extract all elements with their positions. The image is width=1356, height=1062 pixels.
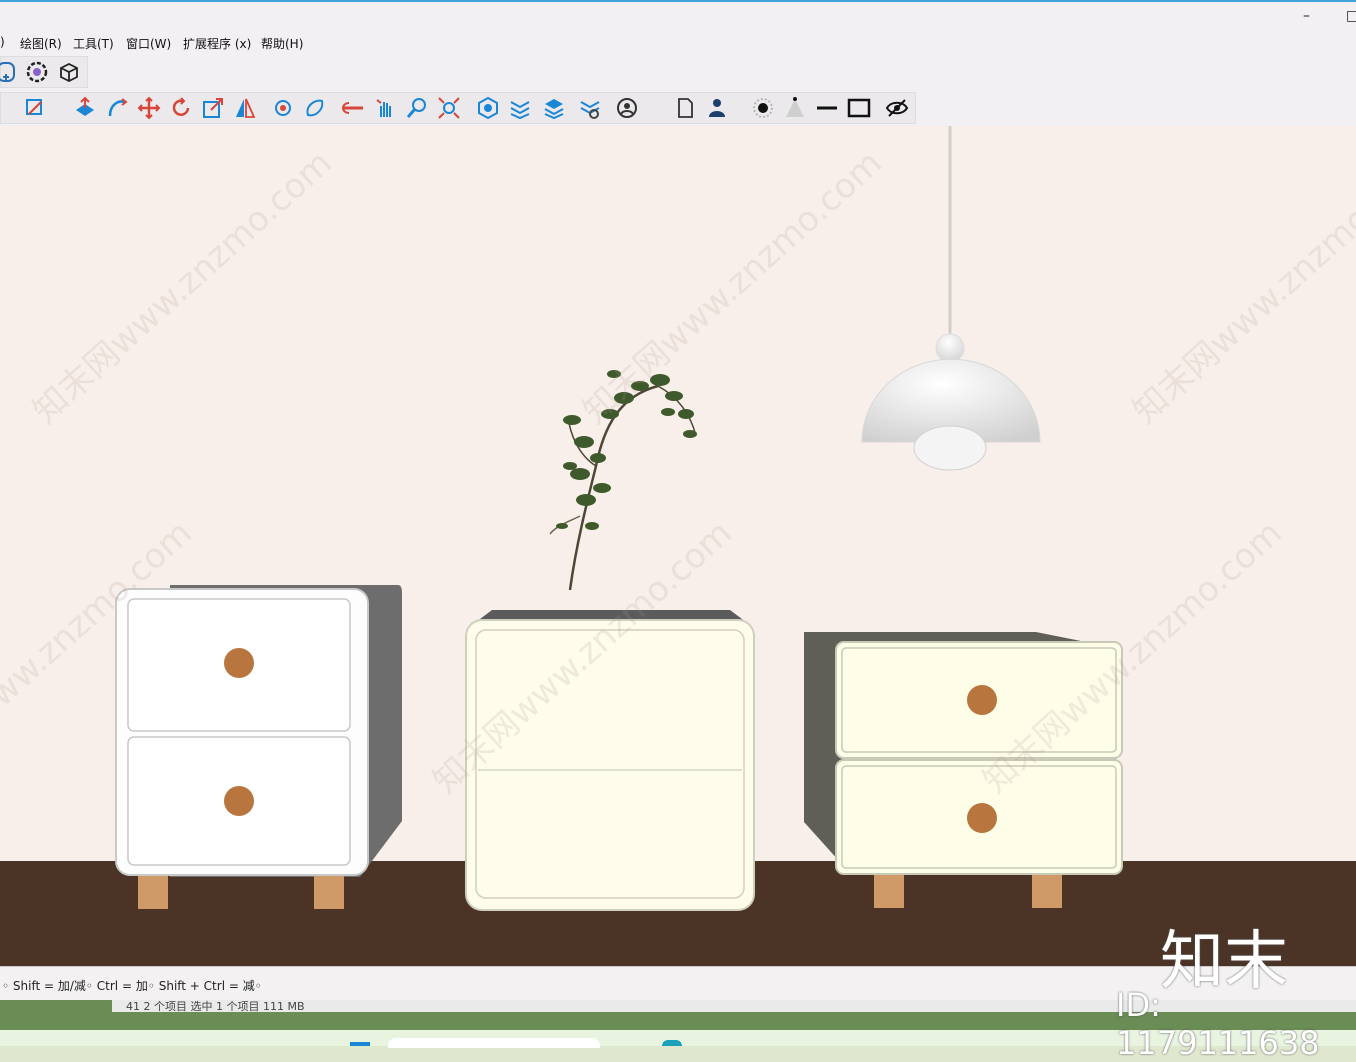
orbit-icon[interactable] (271, 96, 295, 120)
brand-id: ID: 1179111638 (1116, 986, 1320, 1062)
menu-item-draw[interactable]: 绘图(R) (20, 35, 62, 52)
start-icon[interactable] (350, 1042, 370, 1046)
push-pull-icon[interactable] (73, 96, 97, 120)
title-bar: – □ (0, 0, 1356, 32)
toolbar-group-1 (0, 56, 88, 88)
line-icon[interactable] (815, 96, 839, 120)
app-icon[interactable] (662, 1040, 682, 1046)
watermark-text: 知末网www.znzmo.com (25, 142, 340, 432)
pencil-icon[interactable] (23, 96, 47, 120)
settings-icon[interactable] (578, 96, 602, 120)
toolbar-tools (0, 90, 1356, 126)
cone-icon[interactable] (783, 96, 807, 120)
menu-item-help[interactable]: 帮助(H) (261, 35, 303, 52)
hide-icon[interactable] (885, 96, 909, 120)
zoom-icon[interactable] (405, 96, 429, 120)
add-icon[interactable] (0, 60, 19, 84)
model-viewport[interactable]: 知末网www.znzmo.com 知末网www.znzmo.com 知末网www… (0, 126, 1356, 966)
person-icon[interactable] (705, 96, 729, 120)
menu-item-partial[interactable]: ) (0, 35, 5, 49)
toolbar-group-2 (0, 92, 916, 124)
dot-icon[interactable] (751, 96, 775, 120)
rectangle-icon[interactable] (847, 96, 871, 120)
menu-item-tools[interactable]: 工具(T) (73, 35, 114, 52)
menu-item-window[interactable]: 窗口(W) (126, 35, 171, 52)
section-icon[interactable] (341, 96, 365, 120)
rotate-icon[interactable] (169, 96, 193, 120)
hand-icon[interactable] (373, 96, 397, 120)
status-hint: ◦ Shift = 加/减◦ Ctrl = 加◦ Shift + Ctrl = … (2, 979, 262, 993)
toolbar-top (0, 54, 1356, 90)
maximize-button[interactable]: □ (1346, 8, 1356, 24)
watermark-text: 知末网www.znzmo.com (1125, 142, 1356, 432)
nightstand-left (115, 585, 402, 909)
follow-me-icon[interactable] (105, 96, 129, 120)
menu-bar: ) 绘图(R) 工具(T) 窗口(W) 扩展程序 (x) 帮助(H) (0, 32, 1356, 54)
page-icon[interactable] (673, 96, 697, 120)
flip-icon[interactable] (233, 96, 257, 120)
scale-icon[interactable] (201, 96, 225, 120)
explorer-info: 41 2 个项目 选中 1 个项目 111 MB (126, 1000, 305, 1013)
zoom-extents-icon[interactable] (437, 96, 461, 120)
style-icon[interactable] (476, 96, 500, 120)
taskbar-search[interactable] (388, 1038, 600, 1048)
stack-icon[interactable] (542, 96, 566, 120)
minimize-button[interactable]: – (1303, 8, 1310, 24)
user-icon[interactable] (615, 96, 639, 120)
menu-item-extensions[interactable]: 扩展程序 (x) (183, 35, 251, 52)
move-icon[interactable] (137, 96, 161, 120)
gear-icon[interactable] (25, 60, 49, 84)
component-icon[interactable] (57, 60, 81, 84)
pan-icon[interactable] (303, 96, 327, 120)
layers-icon[interactable] (508, 96, 532, 120)
